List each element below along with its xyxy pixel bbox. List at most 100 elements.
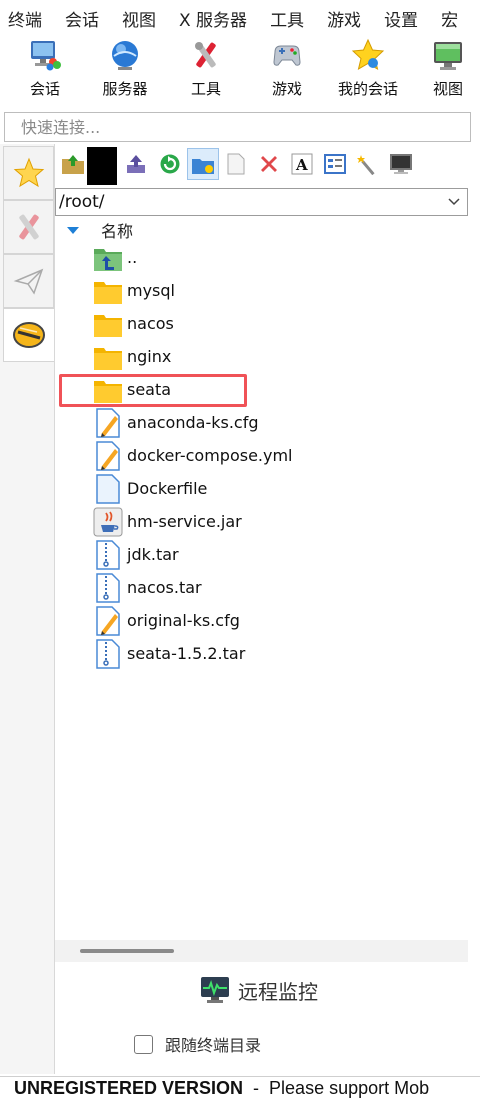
file-name: seata-1.5.2.tar [127, 644, 246, 663]
scrollbar-thumb[interactable] [80, 949, 174, 953]
status-bar: UNREGISTERED VERSION - Please support Mo… [0, 1076, 480, 1098]
archive-file-icon [93, 539, 123, 570]
menu-view[interactable]: 视图 [114, 6, 156, 31]
my-sessions-button[interactable]: 我的会话 [336, 36, 400, 104]
archive-file-icon [93, 638, 123, 669]
rename-icon: A [291, 153, 313, 175]
file-name: nacos.tar [127, 578, 202, 597]
new-file-button[interactable] [222, 150, 250, 178]
side-tab-strip [0, 144, 55, 1074]
file-row[interactable]: mysql [93, 274, 175, 307]
follow-terminal-option[interactable]: 跟随终端目录 [134, 1032, 261, 1056]
tab-tools[interactable] [3, 200, 54, 254]
menu-tools[interactable]: 工具 [262, 6, 304, 31]
sort-triangle-icon [67, 226, 79, 234]
my-sessions-label: 我的会话 [337, 80, 398, 98]
menu-settings[interactable]: 设置 [376, 6, 418, 31]
tools-icon [18, 214, 39, 240]
file-name: nginx [127, 347, 172, 366]
chevron-down-icon[interactable] [447, 194, 461, 208]
archive-file-icon [93, 572, 123, 603]
file-row[interactable]: anaconda-ks.cfg [93, 406, 258, 439]
new-folder-icon [192, 159, 214, 174]
folder-icon [93, 309, 123, 339]
new-file-icon [227, 153, 245, 175]
file-name: Dockerfile [127, 479, 208, 498]
quick-connect-box [4, 112, 471, 142]
path-input[interactable] [56, 189, 426, 215]
support-message: - Please support Mob [243, 1078, 430, 1098]
horizontal-scrollbar[interactable] [55, 940, 468, 962]
file-name: nacos [127, 314, 174, 333]
file-row[interactable]: jdk.tar [93, 538, 179, 571]
file-row[interactable]: nacos [93, 307, 174, 340]
menu-sessions[interactable]: 会话 [57, 6, 99, 31]
file-row[interactable]: nginx [93, 340, 171, 373]
unregistered-label: UNREGISTERED VERSION [14, 1078, 244, 1098]
parent-dir-button[interactable] [59, 150, 87, 178]
menu-macros[interactable]: 宏 [433, 6, 458, 31]
star-icon [13, 157, 44, 188]
new-folder-button[interactable] [187, 148, 219, 180]
folder-icon [93, 276, 123, 306]
terminal-button[interactable] [387, 150, 415, 178]
file-name: original-ks.cfg [127, 611, 240, 630]
menu-games[interactable]: 游戏 [319, 6, 361, 31]
java-file-icon [93, 507, 123, 537]
refresh-button[interactable] [156, 150, 184, 178]
games-label: 游戏 [271, 80, 302, 98]
delete-button[interactable] [255, 150, 283, 178]
path-field[interactable] [55, 188, 468, 216]
column-name-label: 名称 [101, 222, 134, 241]
view-icon [431, 38, 465, 72]
menu-xserver[interactable]: X 服务器 [171, 6, 247, 31]
file-row[interactable]: docker-compose.yml [93, 439, 293, 472]
highlight-annotation [59, 374, 247, 407]
file-row[interactable]: .. [93, 241, 137, 274]
session-label: 会话 [29, 80, 60, 98]
file-row[interactable]: original-ks.cfg [93, 604, 240, 637]
main-toolbar: 会话 服务器 工具 游戏 我的会话 视图 [0, 36, 480, 104]
games-button[interactable]: 游戏 [270, 36, 304, 104]
redacted-block [87, 147, 117, 185]
quick-connect-input[interactable] [5, 113, 470, 141]
view-button[interactable]: 视图 [430, 36, 466, 104]
session-icon [28, 38, 62, 72]
monitor-icon [201, 977, 229, 1003]
settings-wand-button[interactable] [354, 150, 382, 178]
file-name: anaconda-ks.cfg [127, 413, 259, 432]
gamepad-icon [270, 38, 304, 72]
tab-macros[interactable] [3, 254, 54, 308]
tools-icon [189, 38, 223, 72]
folder-up-icon [62, 155, 84, 174]
file-name: jdk.tar [127, 545, 179, 564]
servers-button[interactable]: 服务器 [100, 36, 150, 104]
folder-icon [93, 342, 123, 372]
file-name: mysql [127, 281, 175, 300]
follow-terminal-label: 跟随终端目录 [165, 1036, 262, 1055]
file-row[interactable]: Dockerfile [93, 472, 207, 505]
file-row[interactable]: seata-1.5.2.tar [93, 637, 245, 670]
menu-terminal[interactable]: 终端 [0, 6, 42, 31]
tab-sftp[interactable] [3, 308, 54, 362]
delete-icon [261, 156, 277, 172]
file-row[interactable]: hm-service.jar [93, 505, 242, 538]
menu-bar: 终端 会话 视图 X 服务器 工具 游戏 设置 宏 [0, 0, 480, 36]
blank-file-icon [93, 473, 123, 504]
session-button[interactable]: 会话 [26, 36, 64, 104]
column-header-name[interactable]: 名称 [67, 218, 133, 242]
parent-folder-icon [93, 243, 123, 273]
tools-button[interactable]: 工具 [189, 36, 223, 104]
properties-button[interactable] [321, 150, 349, 178]
file-name: .. [127, 248, 138, 267]
upload-button[interactable] [122, 150, 150, 178]
tab-sessions[interactable] [3, 146, 54, 200]
rename-button[interactable]: A [288, 150, 316, 178]
refresh-icon [160, 154, 180, 174]
paper-plane-icon [13, 268, 43, 295]
follow-terminal-checkbox[interactable] [134, 1034, 153, 1054]
text-file-icon [93, 407, 123, 438]
remote-monitor-button[interactable]: 远程监控 [200, 975, 318, 1005]
text-file-icon [93, 440, 123, 471]
file-row[interactable]: nacos.tar [93, 571, 202, 604]
